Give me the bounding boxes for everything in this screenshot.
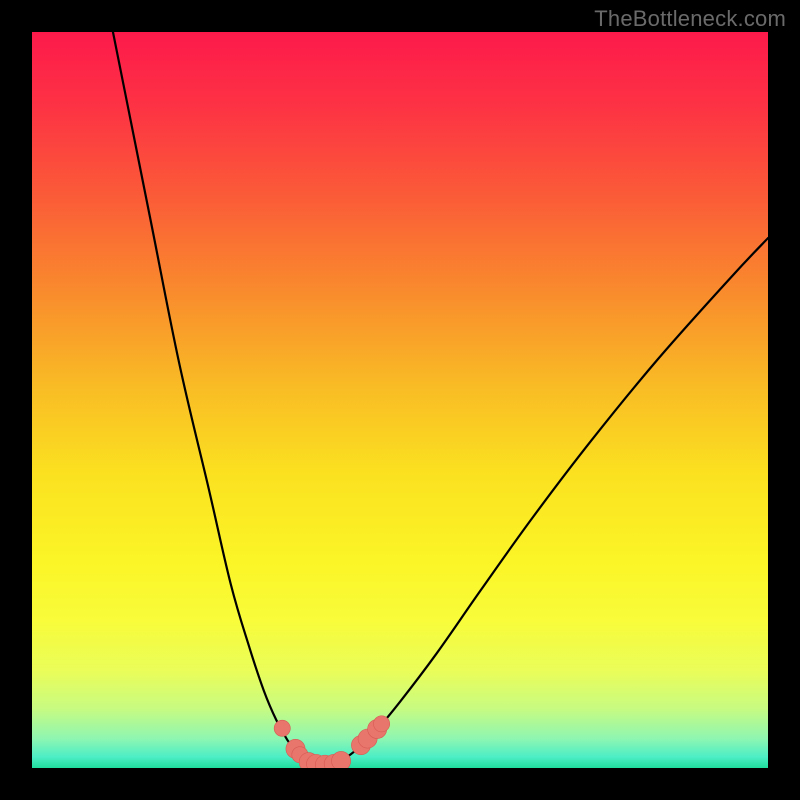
curve-markers xyxy=(274,716,390,768)
curve-marker xyxy=(332,751,351,768)
curve-layer xyxy=(32,32,768,768)
watermark-text: TheBottleneck.com xyxy=(594,6,786,32)
plot-area xyxy=(32,32,768,768)
curve-marker xyxy=(274,720,290,736)
chart-frame: TheBottleneck.com xyxy=(0,0,800,800)
curve-marker xyxy=(374,716,390,732)
bottleneck-curve xyxy=(113,32,768,765)
